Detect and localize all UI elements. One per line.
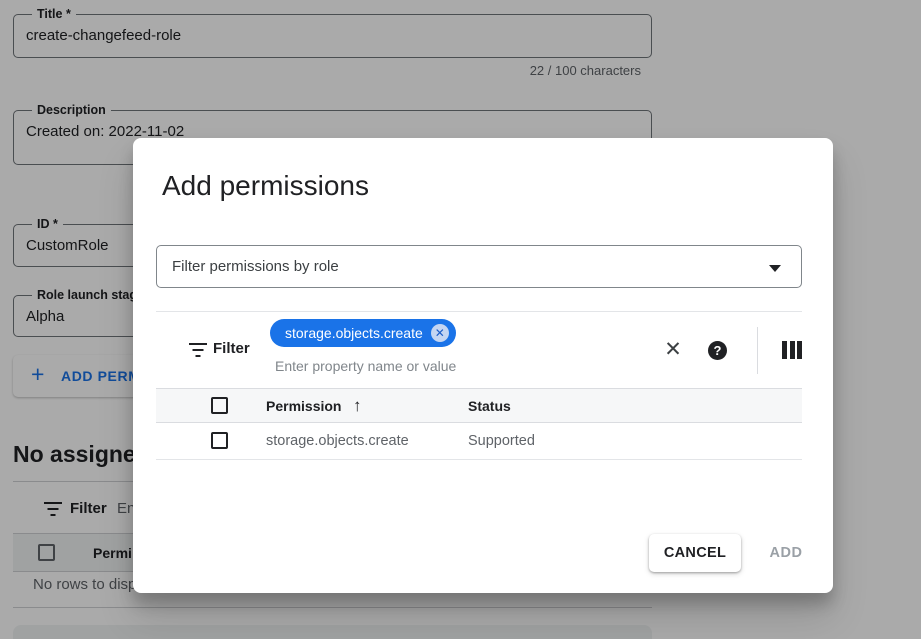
screen: Title * create-changefeed-role 22 / 100 … [0, 0, 921, 639]
status-column-header[interactable]: Status [468, 398, 511, 414]
help-icon[interactable]: ? [708, 341, 727, 360]
filter-chip[interactable]: storage.objects.create ✕ [270, 319, 456, 347]
permissions-table-header: Permission ↑ Status [156, 388, 802, 423]
permission-cell: storage.objects.create [266, 433, 409, 449]
clear-filters-icon[interactable]: ✕ [659, 336, 687, 364]
add-permissions-dialog: Add permissions Filter permissions by ro… [133, 138, 833, 593]
filter-label: Filter [213, 340, 250, 357]
filter-input-placeholder[interactable]: Enter property name or value [275, 358, 456, 374]
sort-ascending-icon[interactable]: ↑ [353, 396, 362, 416]
chip-remove-icon[interactable]: ✕ [431, 324, 449, 342]
chevron-down-icon [769, 265, 781, 272]
status-cell: Supported [468, 433, 535, 449]
permission-column-header[interactable]: Permission [266, 398, 341, 414]
toolbar-divider [757, 327, 758, 374]
row-checkbox[interactable] [211, 432, 228, 449]
permissions-filter-toolbar: Filter storage.objects.create ✕ Enter pr… [156, 311, 802, 388]
filter-chip-label: storage.objects.create [285, 325, 423, 341]
dialog-title: Add permissions [162, 170, 369, 202]
select-all-checkbox[interactable] [211, 397, 228, 414]
table-row[interactable]: storage.objects.create Supported [156, 424, 802, 460]
column-display-icon[interactable] [782, 341, 802, 359]
add-button[interactable]: ADD [762, 534, 810, 572]
filter-by-role-dropdown[interactable]: Filter permissions by role [156, 245, 802, 288]
filter-icon [189, 343, 207, 358]
cancel-button[interactable]: CANCEL [649, 534, 741, 572]
filter-by-role-placeholder: Filter permissions by role [172, 258, 339, 275]
